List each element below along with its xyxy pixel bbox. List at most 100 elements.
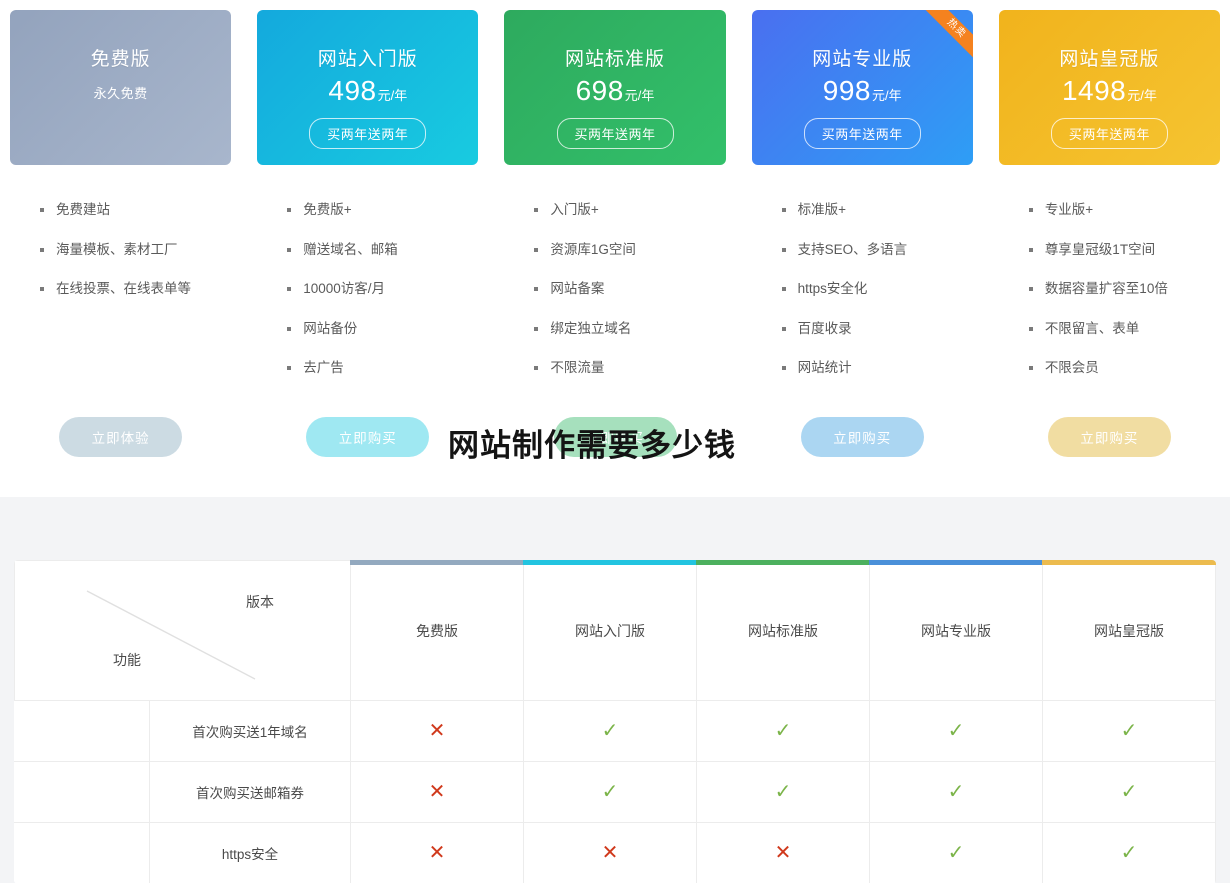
plan-cta-container: 立即购买 <box>752 417 973 497</box>
plan-card: 网站入门版 498元/年买两年送两年免费版+ 赠送域名、邮箱 10000访客/月网站备… <box>257 10 478 497</box>
plan-price-amount: 698 <box>576 77 624 105</box>
corner-feature-label: 功能 <box>113 650 141 670</box>
plan-cta-button[interactable]: 立即购买 <box>1048 417 1171 457</box>
feature-comparison-table: 版本功能免费版网站入门版网站标准版网站专业版网站皇冠版首次购买送1年域名✕✓✓✓… <box>14 560 1216 883</box>
plan-card: 网站皇冠版1498元/年买两年送两年专业版+尊享皇冠级1T空间数据容量扩容至10… <box>999 10 1220 497</box>
table-cell: ✓ <box>697 701 870 762</box>
check-icon: ✓ <box>1121 782 1138 802</box>
plan-price-unit: 元/年 <box>872 89 902 102</box>
plan-price-unit: 元/年 <box>625 89 655 102</box>
plan-name: 网站标准版 <box>565 44 665 71</box>
plan-card-header: 网站专业版998元/年买两年送两年热卖 <box>752 10 973 165</box>
plan-name: 网站专业版 <box>812 44 912 71</box>
plan-feature-list: 专业版+ 尊享皇冠级1T空间数据容量扩容至10倍不限留言、表单不限会员 <box>999 165 1220 417</box>
check-icon: ✓ <box>775 721 792 741</box>
table-cell: ✓ <box>1043 823 1216 883</box>
table-row: 首次购买送1年域名✕ ✓ ✓ ✓ ✓ <box>15 701 1216 762</box>
cross-icon: ✕ <box>429 843 446 863</box>
table-cell: ✓ <box>1043 701 1216 762</box>
plan-feature-list: 免费建站海量模板、素材工厂在线投票、在线表单等 <box>10 165 231 417</box>
list-item: 海量模板、素材工厂 <box>40 243 231 257</box>
section-divider <box>0 497 1230 560</box>
plan-price-amount: 1498 <box>1062 77 1126 105</box>
list-item: 不限流量 <box>534 361 725 375</box>
table-cell: ✓ <box>870 823 1043 883</box>
plan-card: 网站专业版998元/年买两年送两年热卖标准版+支持SEO、多语言https安全化… <box>752 10 973 497</box>
plan-feature-list: 免费版+ 赠送域名、邮箱 10000访客/月网站备份去广告 <box>257 165 478 417</box>
promo-badge-button[interactable]: 买两年送两年 <box>804 118 921 149</box>
column-accent-bar <box>1042 560 1216 565</box>
plan-name: 网站入门版 <box>318 44 418 71</box>
plan-subtitle: 永久免费 <box>94 83 148 102</box>
list-item: 网站备案 <box>534 282 725 296</box>
plan-price-amount: 998 <box>823 77 871 105</box>
list-item: 数据容量扩容至10倍 <box>1029 282 1220 296</box>
promo-badge-button[interactable]: 买两年送两年 <box>309 118 426 149</box>
plan-price-unit: 元/年 <box>1127 89 1157 102</box>
list-item: 赠送域名、邮箱 <box>287 243 478 257</box>
table-column-header-label: 网站皇冠版 <box>1094 623 1164 639</box>
hot-sale-ribbon-label: 热卖 <box>920 10 973 65</box>
list-item: 不限留言、表单 <box>1029 322 1220 336</box>
column-accent-bar <box>350 560 524 565</box>
table-column-header-label: 网站标准版 <box>748 623 818 639</box>
list-item: 免费版+ <box>287 203 478 217</box>
list-item: 不限会员 <box>1029 361 1220 375</box>
plan-feature-list: 入门版+资源库1G空间网站备案绑定独立域名不限流量 <box>504 165 725 417</box>
check-icon: ✓ <box>1121 721 1138 741</box>
table-cell: ✓ <box>870 701 1043 762</box>
table-column-header-label: 免费版 <box>416 623 458 639</box>
page-title: 网站制作需要多少钱 <box>448 420 736 465</box>
plan-card: 免费版永久免费免费建站海量模板、素材工厂在线投票、在线表单等立即体验 <box>10 10 231 497</box>
diagonal-divider-icon <box>15 561 350 700</box>
table-column-header: 网站标准版 <box>697 561 870 701</box>
check-icon: ✓ <box>602 721 619 741</box>
plan-price: 998元/年 <box>823 77 902 105</box>
table-column-header: 免费版 <box>351 561 524 701</box>
list-item: 尊享皇冠级1T空间 <box>1029 243 1220 257</box>
plan-cta-button[interactable]: 立即购买 <box>801 417 924 457</box>
check-icon: ✓ <box>775 782 792 802</box>
promo-badge-button[interactable]: 买两年送两年 <box>1051 118 1168 149</box>
table-cell: ✕ <box>524 823 697 883</box>
list-item: 10000访客/月 <box>287 282 478 296</box>
cross-icon: ✕ <box>429 782 446 802</box>
table-column-header: 网站专业版 <box>870 561 1043 701</box>
list-item: 去广告 <box>287 361 478 375</box>
plan-name: 免费版 <box>91 44 151 71</box>
plan-price-unit: 元/年 <box>378 89 408 102</box>
hot-sale-ribbon: 热卖 <box>917 10 973 66</box>
comparison-table-container: 版本功能免费版网站入门版网站标准版网站专业版网站皇冠版首次购买送1年域名✕✓✓✓… <box>14 560 1216 883</box>
column-accent-bar <box>696 560 870 565</box>
column-accent-bar <box>869 560 1043 565</box>
table-row-spacer-cell <box>15 701 150 762</box>
list-item: 支持SEO、多语言 <box>782 243 973 257</box>
table-row-feature-label: https安全 <box>150 823 351 883</box>
table-row-feature-label: 首次购买送1年域名 <box>150 701 351 762</box>
plan-card-header: 免费版永久免费 <box>10 10 231 165</box>
plan-cta-button[interactable]: 立即体验 <box>59 417 182 457</box>
corner-version-label: 版本 <box>246 592 274 612</box>
list-item: 网站统计 <box>782 361 973 375</box>
list-item: 专业版+ <box>1029 203 1220 217</box>
table-row: 首次购买送邮箱券✕✓✓✓✓ <box>15 762 1216 823</box>
plan-cta-container: 立即体验 <box>10 417 231 497</box>
promo-badge-button[interactable]: 买两年送两年 <box>557 118 674 149</box>
table-column-header-label: 网站专业版 <box>921 623 991 639</box>
check-icon: ✓ <box>602 782 619 802</box>
plan-cta-button[interactable]: 立即购买 <box>306 417 429 457</box>
list-item: 绑定独立域名 <box>534 322 725 336</box>
pricing-page: 免费版永久免费免费建站海量模板、素材工厂在线投票、在线表单等立即体验网站入门版4… <box>0 0 1230 883</box>
table-row: https安全 ✕ ✕ ✕ ✓✓ <box>15 823 1216 883</box>
plan-price-amount: 498 <box>328 77 376 105</box>
plan-price: 1498元/年 <box>1062 77 1157 105</box>
table-cell: ✕ <box>351 762 524 823</box>
plan-card-header: 网站标准版 698元/年买两年送两年 <box>504 10 725 165</box>
table-cell: ✕ <box>351 823 524 883</box>
cross-icon: ✕ <box>775 843 792 863</box>
plan-cta-container: 立即购买 <box>257 417 478 497</box>
table-corner-cell: 版本功能 <box>15 561 351 701</box>
table-cell: ✕ <box>351 701 524 762</box>
list-item: 网站备份 <box>287 322 478 336</box>
table-column-header: 网站入门版 <box>524 561 697 701</box>
